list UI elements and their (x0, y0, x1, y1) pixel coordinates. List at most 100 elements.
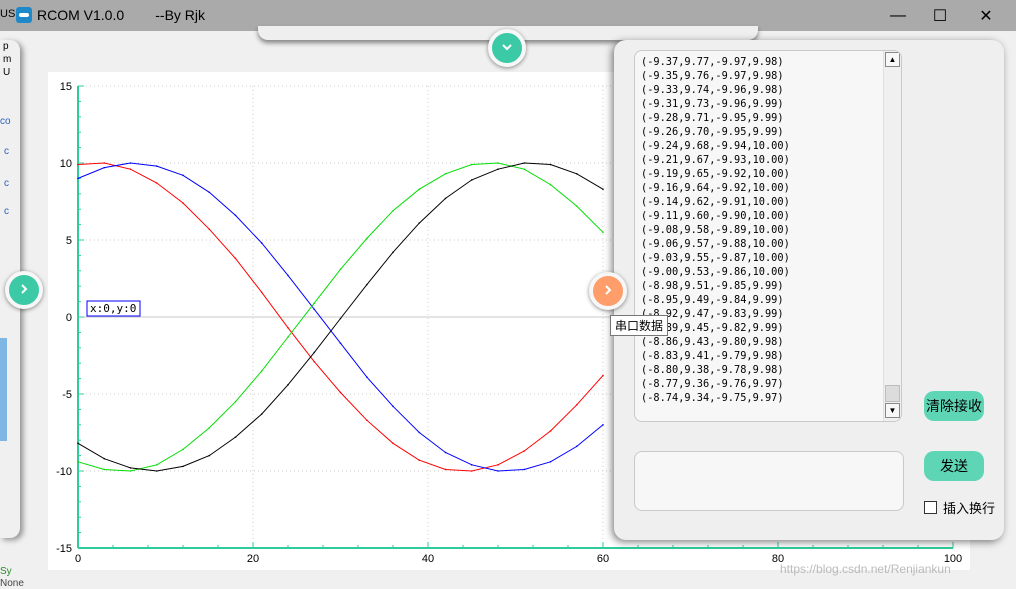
receive-line: (-9.37,9.77,-9.97,9.98) (641, 56, 784, 68)
series-4-point (392, 251, 394, 254)
series-4-point (549, 163, 552, 166)
series-1-point (444, 468, 447, 471)
left-drawer-toggle[interactable] (5, 271, 43, 309)
newline-option[interactable]: 插入换行 (924, 498, 995, 517)
series-1-point (392, 442, 394, 445)
series-1-point (365, 419, 368, 421)
maximize-button[interactable]: ☐ (917, 0, 963, 31)
series-2-point (287, 274, 289, 277)
top-drawer-toggle[interactable] (488, 29, 526, 67)
receive-scrollbar[interactable]: ▲ ▼ (883, 51, 901, 421)
minimize-button[interactable]: — (875, 0, 921, 31)
scroll-down-icon[interactable]: ▼ (885, 403, 900, 418)
receive-line: (-9.11,9.60,-9.90,10.00) (641, 210, 790, 222)
series-3-point (365, 237, 368, 240)
series-1-point (208, 228, 211, 231)
left-panel-text: p (3, 41, 9, 52)
series-3-point (208, 427, 211, 429)
series-2-point (339, 342, 342, 344)
receive-line: (-9.35,9.76,-9.97,9.98) (641, 70, 784, 82)
series-4-point (103, 457, 106, 460)
series-4-point (313, 351, 316, 354)
y-tick-label: -10 (56, 466, 72, 478)
newline-checkbox-label: 插入换行 (943, 501, 996, 516)
right-drawer-toggle[interactable] (589, 272, 627, 310)
y-tick-label: -15 (56, 543, 72, 555)
toggle-tooltip: 串口数据 (610, 315, 669, 336)
series-2-point (313, 308, 316, 311)
receive-textbox[interactable]: (-9.37,9.77,-9.97,9.98) (-9.35,9.76,-9.97… (634, 50, 902, 422)
cursor-label: x:0,y:0 (90, 302, 136, 315)
newline-checkbox[interactable] (924, 501, 937, 514)
receive-line: (-9.21,9.67,-9.93,10.00) (641, 154, 790, 166)
scroll-up-icon[interactable]: ▲ (885, 52, 900, 67)
x-tick-label: 40 (422, 553, 434, 565)
left-panel-text: c (4, 178, 9, 189)
y-tick-label: -5 (62, 389, 72, 401)
status-text: Sy (0, 566, 12, 577)
left-panel-text: co (0, 116, 11, 127)
series-2-point (365, 376, 368, 378)
series-4-point (208, 454, 211, 457)
y-tick-label: 5 (66, 235, 72, 247)
receive-line: (-9.33,9.74,-9.96,9.98) (641, 84, 784, 96)
series-2-point (549, 460, 552, 463)
series-3-point (523, 168, 526, 170)
receive-line: (-9.06,9.57,-9.88,10.00) (641, 238, 790, 250)
y-tick-label: 15 (60, 81, 72, 93)
x-tick-label: 60 (597, 553, 609, 565)
series-1-point (155, 182, 158, 184)
receive-line: (-9.28,9.71,-9.95,9.99) (641, 112, 784, 124)
series-1-point (418, 459, 421, 462)
close-button[interactable]: ✕ (963, 0, 1009, 31)
receive-line: (-9.31,9.73,-9.96,9.99) (641, 98, 784, 110)
series-1-point (339, 391, 342, 394)
series-1-point (260, 291, 263, 294)
series-2-point (208, 191, 211, 194)
chevron-down-icon (501, 40, 513, 57)
series-2-point (234, 214, 237, 217)
series-2-point (523, 468, 526, 471)
series-1-point (287, 326, 289, 329)
series-1-point (523, 450, 526, 452)
series-3-point (287, 336, 289, 338)
series-4-point (523, 162, 526, 164)
series-4-point (287, 383, 289, 386)
clear-receive-button[interactable]: 清除接收 (924, 391, 984, 421)
send-button[interactable]: 发送 (924, 451, 984, 481)
series-1-point (182, 202, 184, 204)
series-2-point (497, 470, 499, 472)
series-3-point (497, 162, 499, 164)
serial-panel: (-9.37,9.77,-9.97,9.98) (-9.35,9.76,-9.97… (614, 40, 1004, 540)
series-4-point (339, 317, 342, 320)
receive-line: (-9.26,9.70,-9.95,9.99) (641, 126, 784, 138)
series-4-point (575, 172, 578, 175)
scrollbar-thumb[interactable] (885, 385, 900, 402)
send-input[interactable] (634, 451, 904, 511)
receive-lines: (-9.37,9.77,-9.97,9.98) (-9.35,9.76,-9.97… (641, 55, 790, 405)
series-3-point (103, 468, 106, 471)
series-2-point (182, 174, 184, 177)
receive-line: (-8.74,9.34,-9.75,9.97) (641, 392, 784, 404)
series-4-point (155, 470, 158, 472)
series-2-point (575, 445, 578, 448)
series-2-point (418, 431, 421, 434)
series-3-point (182, 448, 184, 451)
window-title: RCOM V1.0.0 --By Rjk (37, 7, 206, 23)
left-panel-text: m (3, 54, 12, 65)
series-2-point (602, 424, 604, 426)
receive-line: (-9.08,9.58,-9.89,10.00) (641, 224, 790, 236)
x-tick-label: 0 (75, 553, 81, 565)
watermark-text: https://blog.csdn.net/Renjiankun (780, 562, 951, 576)
receive-line: (-8.83,9.41,-9.79,9.98) (641, 350, 784, 362)
series-2-point (129, 162, 132, 164)
receive-line: (-9.03,9.55,-9.87,10.00) (641, 252, 790, 264)
series-3-point (339, 268, 342, 271)
chevron-right-icon (602, 283, 614, 300)
status-text: None (0, 578, 24, 589)
left-panel-text: U (3, 67, 11, 78)
y-tick-label: 10 (60, 158, 72, 170)
series-4-point (602, 188, 604, 190)
series-4-point (77, 442, 79, 445)
series-3-point (129, 470, 132, 472)
